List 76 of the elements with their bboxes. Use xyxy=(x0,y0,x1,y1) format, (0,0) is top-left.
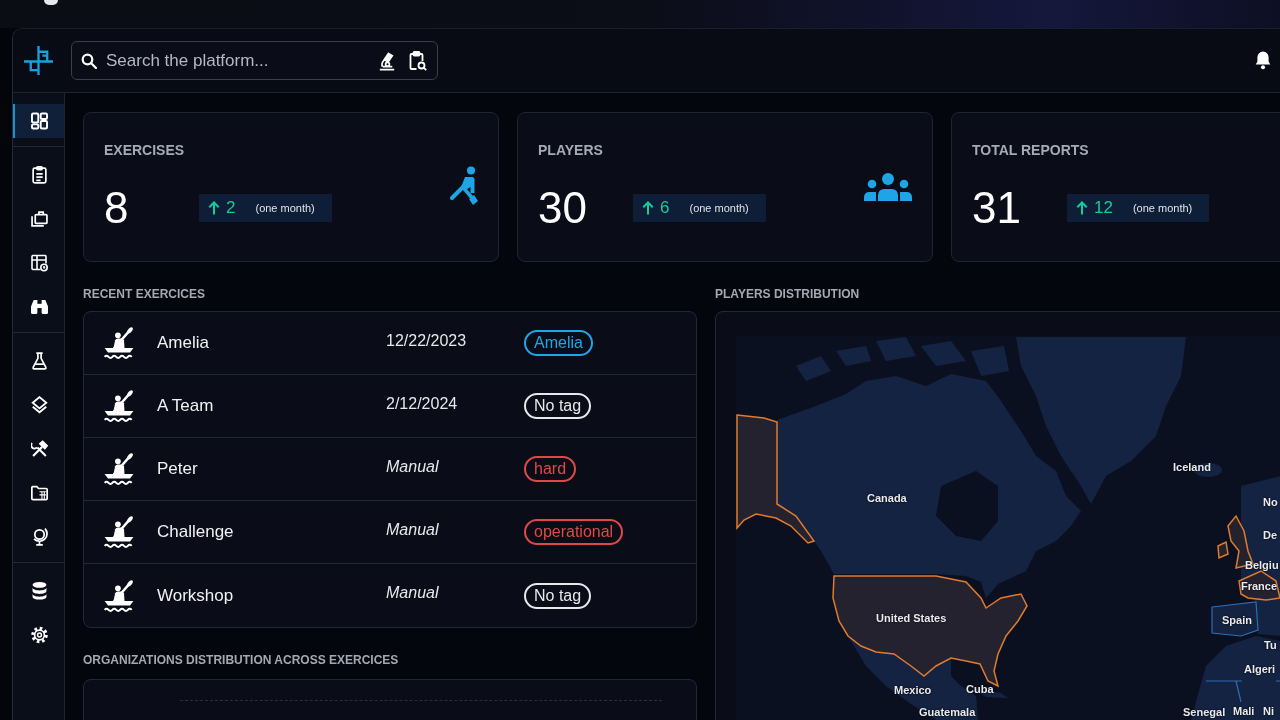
exercise-tag: Amelia xyxy=(524,330,593,356)
exercise-name[interactable]: A Team xyxy=(157,396,386,416)
search-input[interactable]: Search the platform... xyxy=(106,50,368,71)
country-label: Canada xyxy=(867,492,907,505)
people-icon xyxy=(864,173,912,201)
exercise-tag: No tag xyxy=(524,582,592,609)
section-title: RECENT EXERCICES xyxy=(83,287,206,301)
country-label: Algeri xyxy=(1244,663,1276,676)
exercise-start: Manual xyxy=(386,584,440,603)
stat-label: TOTAL REPORTS xyxy=(972,141,1090,158)
arrow-up-icon xyxy=(1076,200,1088,215)
globe-icon xyxy=(31,528,48,546)
stat-label: EXERCISES xyxy=(104,141,186,158)
country-label: Senegal xyxy=(1183,706,1226,719)
exercise-start: 12/22/2023 xyxy=(386,331,468,351)
change-period: (one month) xyxy=(689,201,749,214)
stat-value: 8 xyxy=(104,182,130,233)
kayaker-icon xyxy=(103,327,135,359)
rower-icon xyxy=(450,166,478,208)
sidebar-item[interactable] xyxy=(13,104,64,138)
change-period: (one month) xyxy=(1132,201,1193,214)
exercise-tag: No tag xyxy=(524,393,592,419)
country-label: United States xyxy=(876,612,947,625)
settings-icon xyxy=(31,626,48,644)
stat-value: 31 xyxy=(972,182,1022,233)
tools-icon xyxy=(31,440,48,458)
calendar-clock-icon xyxy=(31,254,48,272)
section-title: ORGANIZATIONS DISTRIBUTION ACROSS EXERCICES xyxy=(83,653,399,667)
kayaker-icon xyxy=(103,579,135,612)
exercise-start: 2/12/2024 xyxy=(386,394,459,414)
flask-icon xyxy=(31,352,48,370)
clipboard-icon xyxy=(31,166,48,184)
kayaker-icon xyxy=(103,516,135,548)
exercise-start: Manual xyxy=(386,520,440,540)
folder-grid-icon xyxy=(31,484,48,502)
search-field[interactable]: Search the platform... xyxy=(71,41,438,80)
country-label: Mexico xyxy=(894,684,932,697)
country-label: No xyxy=(1263,496,1278,509)
country-label: Guatemala xyxy=(919,706,976,719)
country-label: Iceland xyxy=(1173,461,1211,474)
exercise-name[interactable]: Challenge xyxy=(157,522,386,542)
change-value: 12 xyxy=(1094,197,1113,218)
binoculars-icon xyxy=(31,298,48,316)
briefcase-icon xyxy=(31,210,48,228)
change-value: 6 xyxy=(660,197,670,218)
bell-icon[interactable] xyxy=(1255,51,1271,70)
country-label: Spain xyxy=(1222,614,1252,627)
france-shape xyxy=(1238,570,1280,601)
country-label: De xyxy=(1263,529,1278,542)
logo-icon[interactable] xyxy=(23,45,54,76)
change-value: 2 xyxy=(226,197,236,218)
country-label: France xyxy=(1241,580,1278,593)
database-icon xyxy=(31,582,48,600)
clipboard-search-icon[interactable] xyxy=(407,49,428,72)
arrow-up-icon xyxy=(208,200,220,215)
section-title: PLAYERS DISTRIBUTION xyxy=(715,287,860,301)
kayaker-icon xyxy=(103,390,135,422)
arrow-up-icon xyxy=(642,200,654,215)
exercise-tag: hard xyxy=(524,456,577,482)
stat-value: 30 xyxy=(538,182,588,233)
exercise-name[interactable]: Workshop xyxy=(157,585,386,606)
country-label: Tu xyxy=(1264,639,1277,652)
country-label: Mali xyxy=(1233,705,1255,718)
kayaker-icon xyxy=(103,453,135,485)
layers-icon xyxy=(31,396,48,414)
exercise-tag: operational xyxy=(524,519,624,545)
search-icon xyxy=(81,52,97,69)
stat-label: PLAYERS xyxy=(538,141,604,158)
country-label: Ni xyxy=(1263,705,1274,718)
dashboard-icon xyxy=(31,112,48,130)
exercise-start: Manual xyxy=(386,457,440,477)
country-label: Belgiu xyxy=(1245,559,1279,572)
country-label: Cuba xyxy=(966,683,994,696)
change-period: (one month) xyxy=(255,201,315,214)
exercise-name[interactable]: Amelia xyxy=(157,333,386,353)
exercise-name[interactable]: Peter xyxy=(157,459,386,479)
